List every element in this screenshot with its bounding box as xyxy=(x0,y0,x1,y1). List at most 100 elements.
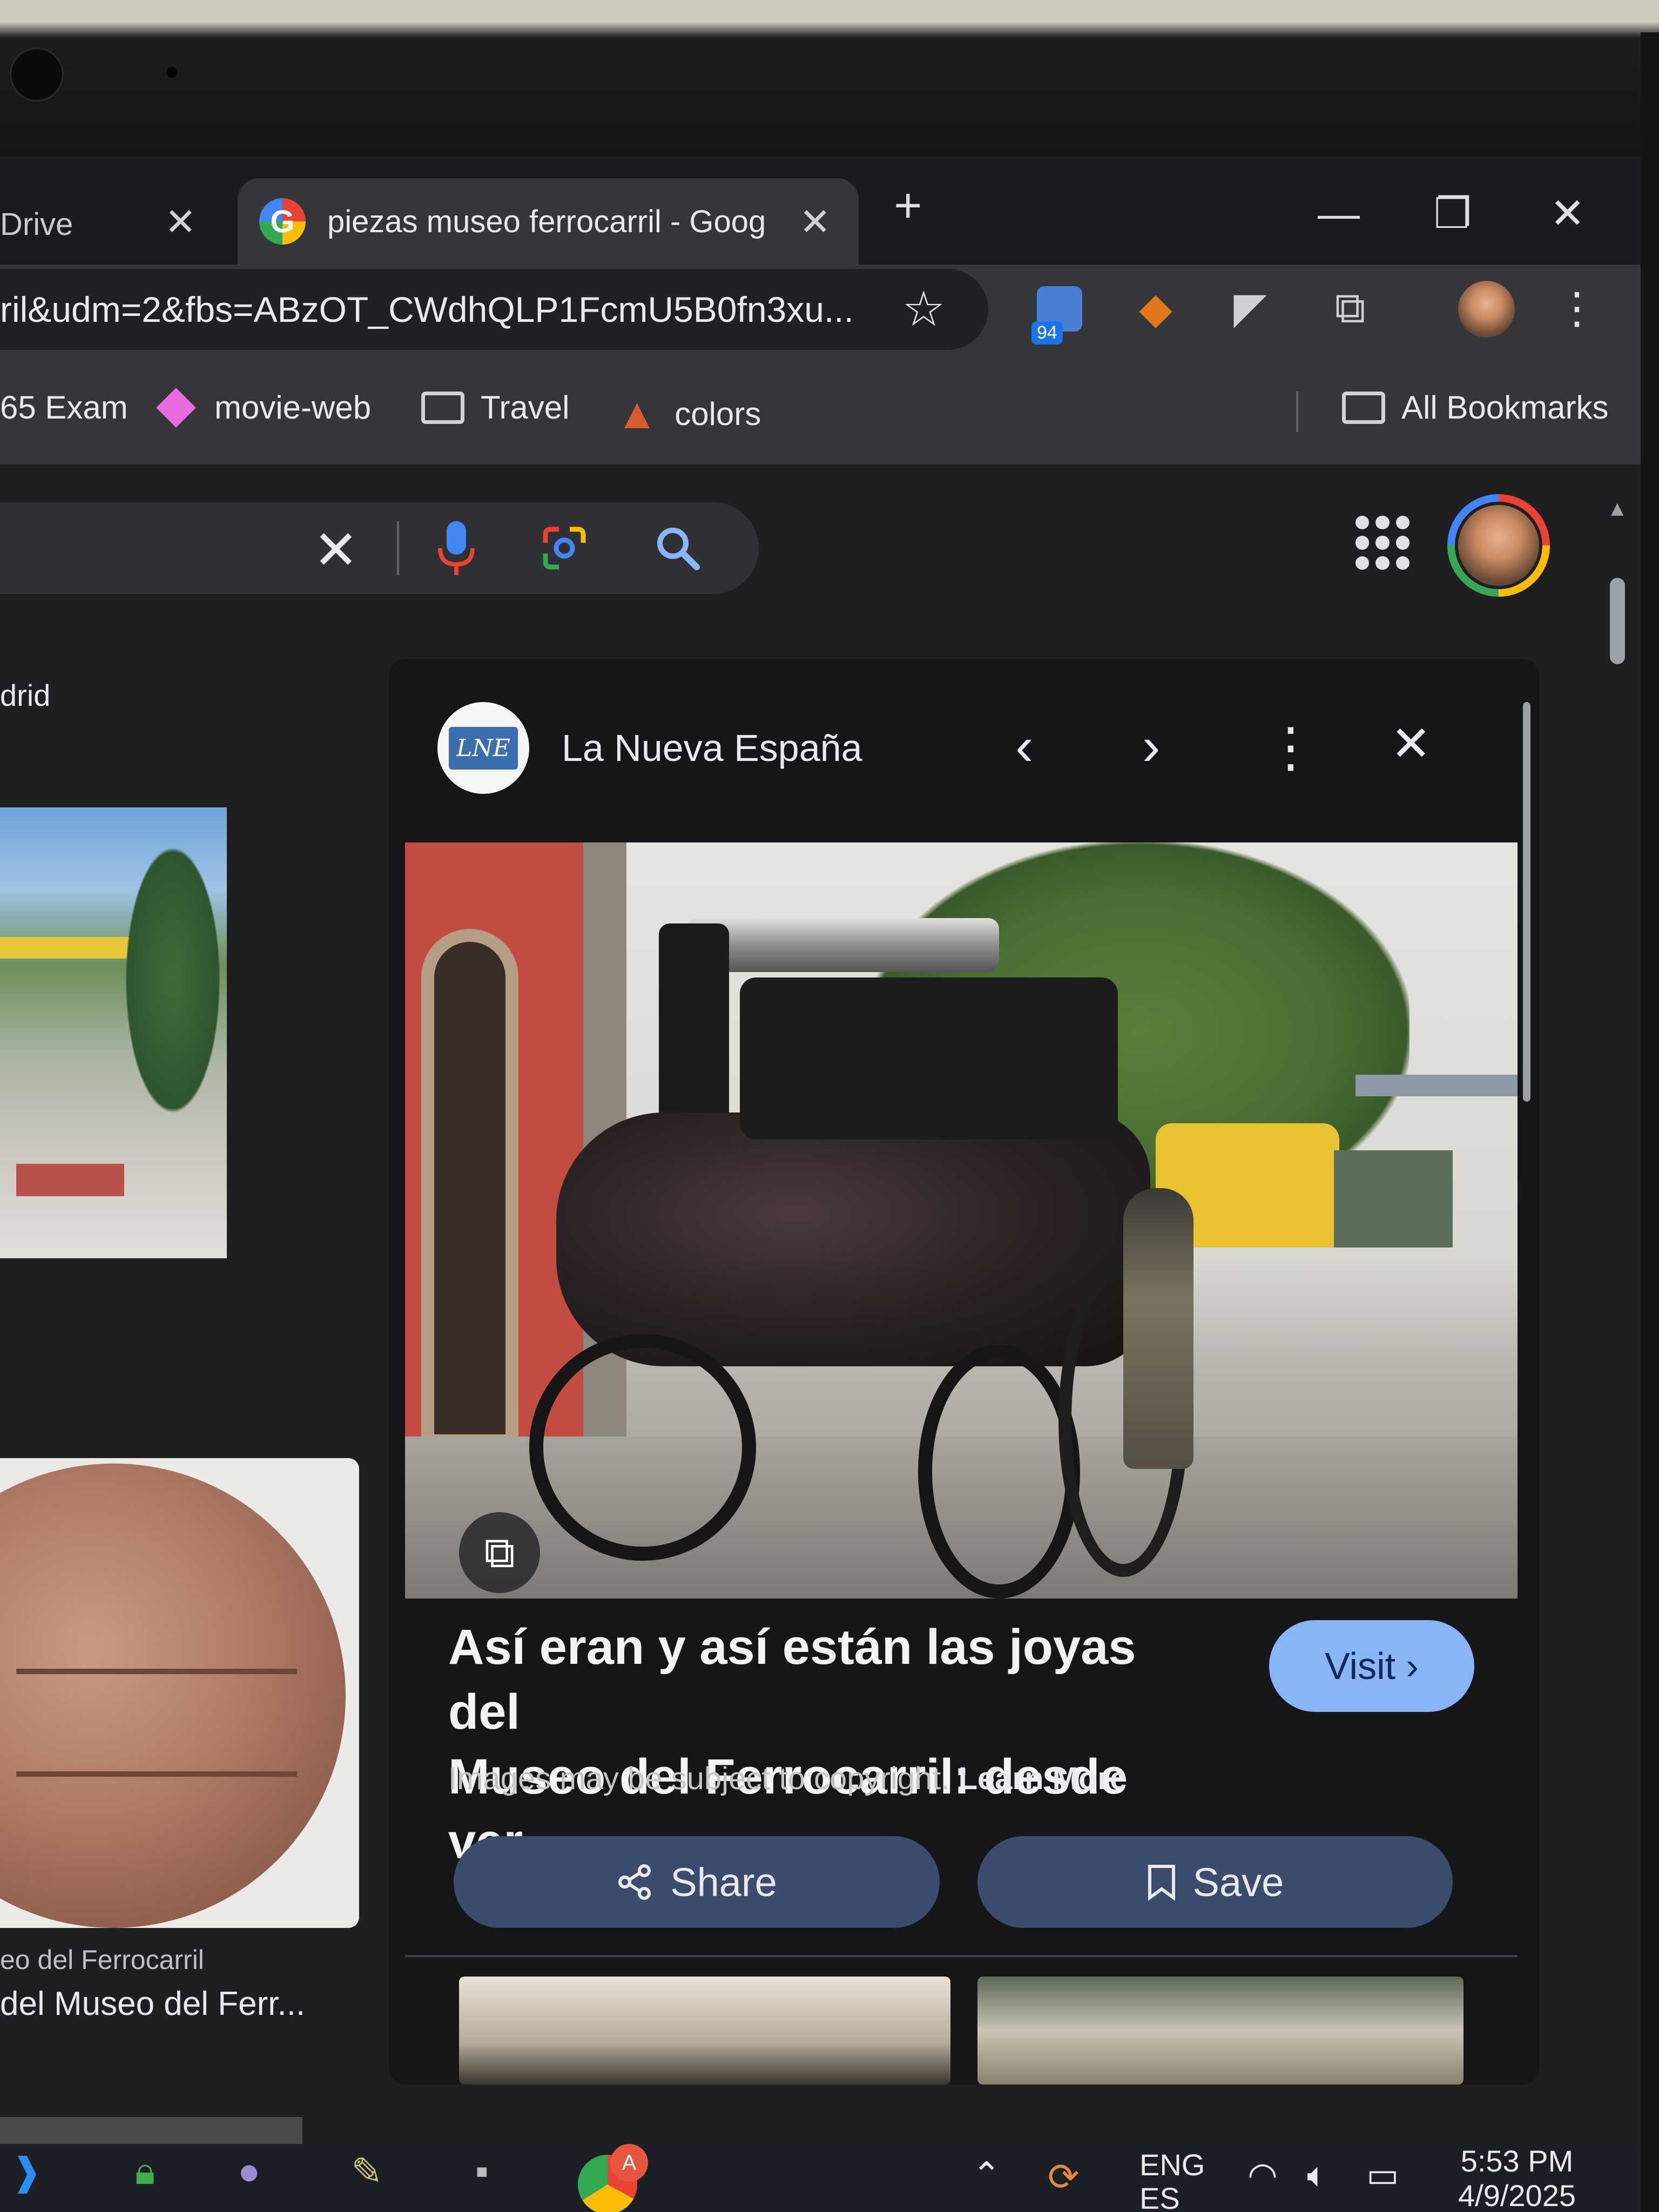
store-icon[interactable]: 🔒︎ xyxy=(135,2149,155,2194)
bookmark-label: movie-web xyxy=(214,389,372,426)
address-bar[interactable]: ril&udm=2&fbs=ABzOT_CWdhQLP1FcmU5B0fn3xu… xyxy=(0,269,988,350)
tab-close-icon[interactable]: ✕ xyxy=(165,200,197,244)
bookmark-label: All Bookmarks xyxy=(1401,389,1609,426)
google-lens-icon[interactable] xyxy=(540,524,589,572)
clock[interactable]: 5:53 PM 4/9/2025 xyxy=(1458,2144,1576,2212)
bookmark-colors[interactable]: ▲ colors xyxy=(616,389,761,439)
close-panel-icon[interactable]: ✕ xyxy=(1391,716,1431,772)
page-scroll-thumb[interactable] xyxy=(1610,578,1625,664)
tab-google-search[interactable]: G piezas museo ferrocarril - Goog ✕ xyxy=(238,178,859,265)
menu-kebab-icon[interactable]: ⋮ xyxy=(1550,281,1604,335)
laptop-bezel xyxy=(0,0,1659,157)
restore-button[interactable]: ❐ xyxy=(1434,189,1472,238)
search-icon[interactable] xyxy=(653,524,702,572)
app-icon[interactable]: ● xyxy=(238,2149,260,2193)
app-icon-dark[interactable]: ▪ xyxy=(475,2149,489,2193)
bookmark-travel[interactable]: Travel xyxy=(421,389,569,426)
clear-search-icon[interactable]: ✕ xyxy=(313,518,359,582)
tab-title: Drive xyxy=(0,206,73,242)
volume-icon[interactable]: 🔈︎ xyxy=(1307,2155,1327,2195)
windows-taskbar: ❱ 🔒︎ ● ✎ ▪ A ⌃ ⟳ ENG ES ◠ 🔈︎ ▭ 5:53 PM 4… xyxy=(0,2144,1641,2212)
notification-badge: A xyxy=(610,2144,648,2182)
save-button[interactable]: Save xyxy=(977,1836,1453,1928)
language-secondary: ES xyxy=(1139,2181,1180,2212)
medal-thumbnail[interactable] xyxy=(0,1458,359,1928)
input-language[interactable]: ENG ES xyxy=(1139,2148,1205,2212)
arched-doorway xyxy=(421,929,518,1447)
webcam-sensor xyxy=(166,67,177,78)
yellow-structure xyxy=(0,937,135,959)
more-options-icon[interactable]: ⋮ xyxy=(1264,716,1318,779)
sync-icon[interactable]: ⟳ xyxy=(1048,2155,1080,2199)
webcam xyxy=(10,48,64,102)
share-button[interactable]: Share xyxy=(454,1836,940,1928)
image-preview-panel: LNE La Nueva España ‹ › ⋮ ✕ ⧉ Así eran y… xyxy=(389,659,1539,2085)
previous-arrow-icon[interactable]: ‹ xyxy=(1015,716,1033,778)
send-icon[interactable]: ◤ xyxy=(1223,281,1277,335)
wifi-icon[interactable]: ◠ xyxy=(1247,2155,1278,2195)
minimize-button[interactable]: — xyxy=(1318,189,1360,238)
next-arrow-icon[interactable]: › xyxy=(1142,716,1160,778)
extensions-puzzle-icon[interactable]: ⧉ xyxy=(1323,281,1377,335)
all-bookmarks-button[interactable]: All Bookmarks xyxy=(1342,389,1608,426)
bookmark-label: Travel xyxy=(481,389,570,426)
bookmark-label: 65 Exam xyxy=(0,389,128,426)
result-title[interactable]: del Museo del Ferr... xyxy=(0,1985,305,2023)
account-photo xyxy=(1455,502,1542,589)
account-avatar[interactable] xyxy=(1447,494,1550,597)
show-hidden-icons-icon[interactable]: ⌃ xyxy=(972,2155,1001,2195)
tab-drive[interactable]: Drive ✕ xyxy=(0,194,227,254)
clock-date: 4/9/2025 xyxy=(1458,2179,1576,2212)
folder-icon xyxy=(421,391,464,424)
bookmark-star-icon[interactable]: ☆ xyxy=(902,281,946,338)
result-source: eo del Ferrocarril xyxy=(0,1945,204,1975)
tab-title: piezas museo ferrocarril - Goog xyxy=(327,204,766,239)
medal-engraving xyxy=(16,1669,297,1777)
related-image-2[interactable] xyxy=(977,1977,1464,2085)
result-heading: drid xyxy=(0,678,51,712)
bookmark-divider xyxy=(1296,392,1298,432)
page-scrollbar[interactable]: ▲ xyxy=(1607,497,1628,2171)
panel-divider xyxy=(405,1955,1518,1957)
search-box[interactable]: ✕ xyxy=(0,502,759,594)
logo-text: LNE xyxy=(449,726,518,770)
engine-boiler xyxy=(556,1112,1150,1366)
preview-image[interactable]: ⧉ xyxy=(405,842,1518,1599)
save-label: Save xyxy=(1192,1859,1284,1905)
search-inside-image-icon[interactable]: ⧉ xyxy=(459,1512,540,1593)
battery-icon[interactable]: ▭ xyxy=(1366,2155,1399,2195)
notepad-icon[interactable]: ✎ xyxy=(351,2149,383,2194)
engine-front-wheel xyxy=(918,1345,1080,1599)
language-primary: ENG xyxy=(1139,2148,1205,2182)
laptop-bezel-right xyxy=(1641,32,1659,2212)
title-line-1: Así eran y así están las joyas del xyxy=(448,1620,1136,1739)
related-image-1[interactable] xyxy=(459,1977,950,2085)
copyright-text: Images may be subject to copyright. xyxy=(448,1761,950,1796)
google-apps-icon[interactable] xyxy=(1355,516,1410,570)
bookmark-65-exam[interactable]: 65 Exam xyxy=(0,389,128,426)
metamask-icon[interactable]: ◆ xyxy=(1129,281,1183,335)
vscode-icon[interactable]: ❱ xyxy=(11,2149,43,2194)
bench xyxy=(16,1164,124,1196)
commemorative-medal xyxy=(0,1464,346,1928)
image-title[interactable]: Así eran y así están las joyas del Museo… xyxy=(448,1615,1204,1874)
source-name[interactable]: La Nueva España xyxy=(562,726,862,770)
profile-avatar[interactable] xyxy=(1458,281,1515,338)
engine-chimney xyxy=(659,923,729,1129)
learn-more-link[interactable]: Learn More xyxy=(959,1761,1128,1796)
engine-rear-wheel xyxy=(529,1334,756,1561)
panel-scrollbar[interactable] xyxy=(1523,691,1530,2041)
result-thumbnail[interactable] xyxy=(0,807,227,1258)
bookmark-movie-web[interactable]: movie-web xyxy=(156,387,372,428)
visit-button[interactable]: Visit › xyxy=(1269,1620,1474,1712)
panel-scroll-thumb[interactable] xyxy=(1523,702,1530,1102)
extension-badge: 94 xyxy=(1031,321,1063,345)
close-window-button[interactable]: ✕ xyxy=(1550,189,1585,238)
green-locomotive xyxy=(1334,1150,1453,1247)
tab-close-icon[interactable]: ✕ xyxy=(799,200,831,244)
share-icon xyxy=(618,1864,651,1900)
tree xyxy=(119,829,227,1131)
microphone-icon[interactable] xyxy=(435,518,478,578)
new-tab-button[interactable]: + xyxy=(894,178,922,234)
scroll-up-arrow-icon[interactable]: ▲ xyxy=(1607,497,1628,521)
